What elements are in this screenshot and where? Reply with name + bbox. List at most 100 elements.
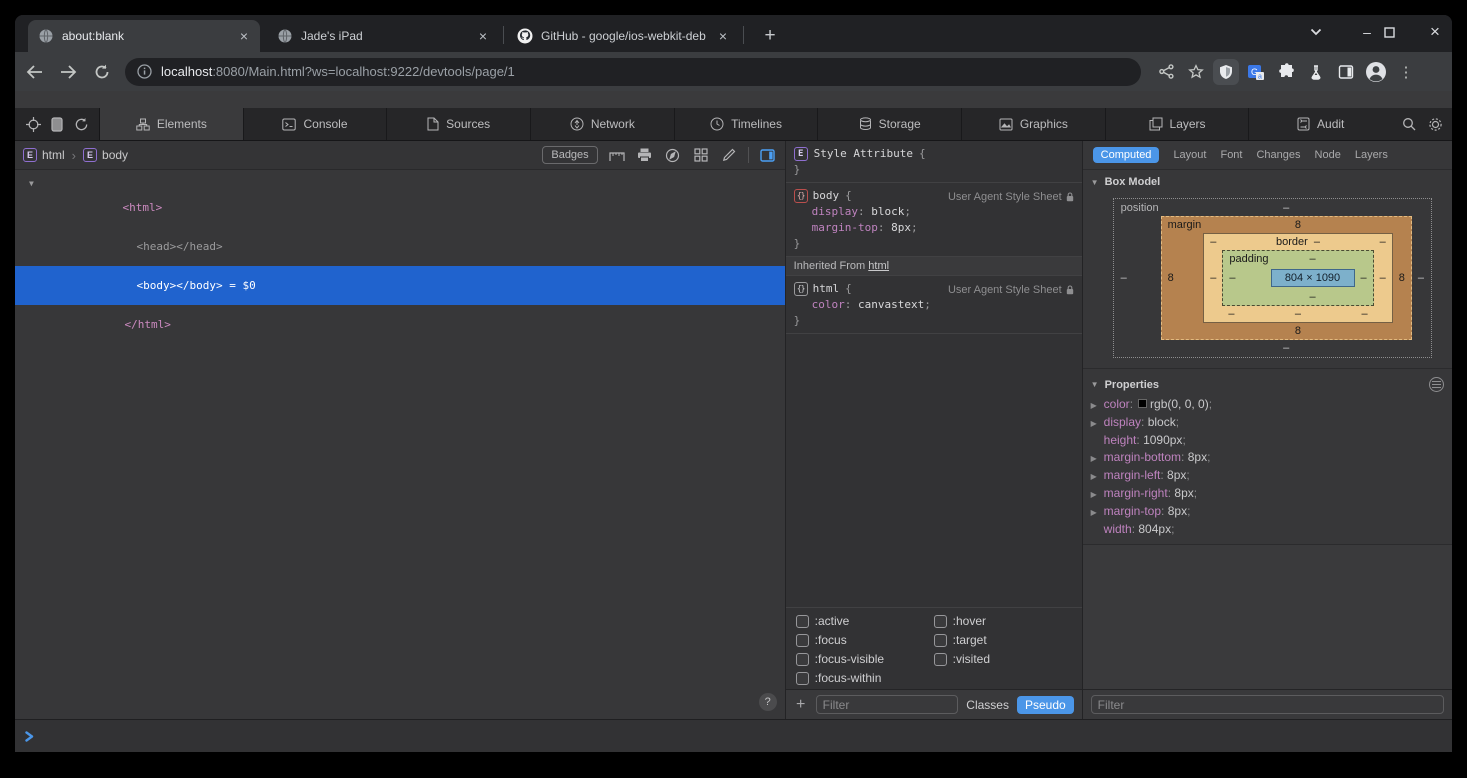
checkbox[interactable]	[934, 653, 947, 666]
minimize-button[interactable]: –	[1350, 24, 1384, 40]
new-tab-button[interactable]: +	[757, 23, 783, 49]
position-left-value[interactable]: –	[1115, 272, 1161, 284]
tab-close-icon[interactable]: ×	[238, 28, 250, 44]
properties-filter-menu-icon[interactable]	[1429, 377, 1444, 392]
quick-console[interactable]	[15, 719, 1452, 752]
checkbox[interactable]	[934, 615, 947, 628]
border-corner-value[interactable]: –	[1204, 234, 1222, 250]
tab-elements[interactable]: Elements	[100, 108, 244, 140]
print-icon[interactable]	[636, 147, 654, 163]
forward-button[interactable]	[53, 57, 83, 87]
border-bottom-value[interactable]: –	[1295, 308, 1301, 320]
dom-node-head[interactable]: <head></head>	[15, 227, 785, 266]
margin-left-value[interactable]: 8	[1162, 272, 1204, 284]
position-top-value[interactable]: –	[1161, 200, 1412, 216]
computed-property[interactable]: ▶color:rgb(0, 0, 0);	[1091, 396, 1444, 414]
reload-page-icon[interactable]	[69, 112, 93, 136]
tab-timelines[interactable]: Timelines	[675, 108, 819, 140]
style-attribute-section[interactable]: E Style Attribute { }	[786, 141, 1082, 183]
border-left-value[interactable]: –	[1204, 272, 1222, 284]
content-size[interactable]: 804 × 1090	[1271, 269, 1355, 287]
tab-audit[interactable]: Audit	[1249, 108, 1392, 140]
compass-appearance-icon[interactable]	[664, 147, 682, 163]
margin-bottom-value[interactable]: 8	[1203, 323, 1393, 339]
expand-arrow-icon[interactable]: ▶	[1091, 415, 1104, 432]
shield-extension-icon[interactable]	[1213, 59, 1239, 85]
pseudo-checkbox-focus-within[interactable]: :focus-within	[796, 671, 934, 685]
computed-property[interactable]: width: 804px;	[1091, 521, 1444, 538]
border-right-value[interactable]: –	[1374, 272, 1392, 284]
tab-font[interactable]: Font	[1220, 149, 1242, 161]
profile-avatar[interactable]	[1361, 57, 1391, 87]
rule-source[interactable]: User Agent Style Sheet	[948, 282, 1074, 298]
computed-property[interactable]: height: 1090px;	[1091, 432, 1444, 449]
grid-overlay-icon[interactable]	[692, 147, 710, 163]
inspect-element-icon[interactable]	[21, 112, 45, 136]
bookmark-star-icon[interactable]	[1181, 57, 1211, 87]
padding-bottom-value[interactable]: –	[1271, 289, 1355, 305]
device-icon[interactable]	[45, 112, 69, 136]
margin-top-value[interactable]: 8	[1203, 217, 1393, 233]
expand-arrow-icon[interactable]: ▶	[1091, 397, 1104, 414]
padding-right-value[interactable]: –	[1355, 272, 1373, 284]
expand-arrow-icon[interactable]: ▶	[1091, 468, 1104, 485]
border-corner-value[interactable]: –	[1228, 308, 1234, 320]
box-model-header[interactable]: ▼ Box Model	[1083, 170, 1452, 190]
tab-graphics[interactable]: Graphics	[962, 108, 1106, 140]
tab-layers[interactable]: Layers	[1355, 149, 1388, 161]
position-bottom-value[interactable]: –	[1161, 340, 1412, 356]
tab-changes[interactable]: Changes	[1256, 149, 1300, 161]
info-icon[interactable]	[137, 64, 152, 79]
html-rule-section[interactable]: {} html { User Agent Style Sheet color: …	[786, 276, 1082, 334]
pseudo-checkbox-active[interactable]: :active	[796, 614, 934, 628]
padding-top-value[interactable]: –	[1271, 251, 1355, 267]
tab-network[interactable]: Network	[531, 108, 675, 140]
gear-icon[interactable]	[1422, 112, 1448, 136]
checkbox[interactable]	[796, 634, 809, 647]
tab-layout[interactable]: Layout	[1173, 149, 1206, 161]
css-property[interactable]: color: canvastext;	[794, 297, 1074, 313]
breadcrumb-body[interactable]: E body	[83, 148, 128, 162]
rule-source[interactable]: User Agent Style Sheet	[948, 189, 1074, 205]
tab-search-button[interactable]	[1310, 15, 1344, 49]
position-right-value[interactable]: –	[1412, 272, 1430, 284]
tab-about-blank[interactable]: about:blank ×	[28, 20, 260, 52]
computed-property[interactable]: ▶margin-left: 8px;	[1091, 467, 1444, 485]
border-corner-value[interactable]: –	[1374, 234, 1392, 250]
checkbox[interactable]	[796, 672, 809, 685]
styles-filter-input[interactable]	[816, 695, 959, 714]
pseudo-toggle[interactable]: Pseudo	[1017, 696, 1074, 714]
body-rule-section[interactable]: {} body { User Agent Style Sheet display…	[786, 183, 1082, 257]
css-property[interactable]: display: block;	[794, 204, 1074, 220]
back-button[interactable]	[19, 57, 49, 87]
pseudo-checkbox-target[interactable]: :target	[934, 633, 1072, 647]
border-top-value[interactable]: –	[1314, 236, 1320, 248]
tab-jades-ipad[interactable]: Jade's iPad ×	[267, 20, 499, 52]
dom-node-html-open[interactable]: ▼ <html>	[15, 175, 785, 227]
checkbox[interactable]	[796, 653, 809, 666]
edit-pencil-icon[interactable]	[720, 147, 738, 163]
computed-property[interactable]: ▶margin-right: 8px;	[1091, 485, 1444, 503]
toggle-details-sidebar-icon[interactable]	[759, 147, 777, 163]
pseudo-checkbox-focus-visible[interactable]: :focus-visible	[796, 652, 934, 666]
extensions-puzzle-icon[interactable]	[1271, 57, 1301, 87]
tab-close-icon[interactable]: ×	[477, 28, 489, 44]
computed-filter-input[interactable]	[1091, 695, 1444, 714]
close-window-button[interactable]: ×	[1418, 22, 1452, 42]
search-icon[interactable]	[1396, 112, 1422, 136]
pseudo-checkbox-hover[interactable]: :hover	[934, 614, 1072, 628]
translate-extension-icon[interactable]: Ga	[1241, 57, 1271, 87]
expand-arrow-icon[interactable]: ▶	[1091, 486, 1104, 503]
tab-node[interactable]: Node	[1315, 149, 1341, 161]
side-panel-icon[interactable]	[1331, 57, 1361, 87]
dom-node-html-close[interactable]: </html>	[15, 305, 785, 344]
properties-header[interactable]: ▼ Properties	[1083, 368, 1452, 394]
flask-extension-icon[interactable]	[1301, 57, 1331, 87]
css-property[interactable]: margin-top: 8px;	[794, 220, 1074, 236]
expand-arrow-icon[interactable]: ▶	[1091, 504, 1104, 521]
computed-property[interactable]: ▶margin-bottom: 8px;	[1091, 449, 1444, 467]
padding-left-value[interactable]: –	[1223, 272, 1270, 284]
checkbox[interactable]	[934, 634, 947, 647]
new-rule-button[interactable]: +	[794, 698, 808, 712]
inherited-node-link[interactable]: html	[868, 260, 889, 272]
